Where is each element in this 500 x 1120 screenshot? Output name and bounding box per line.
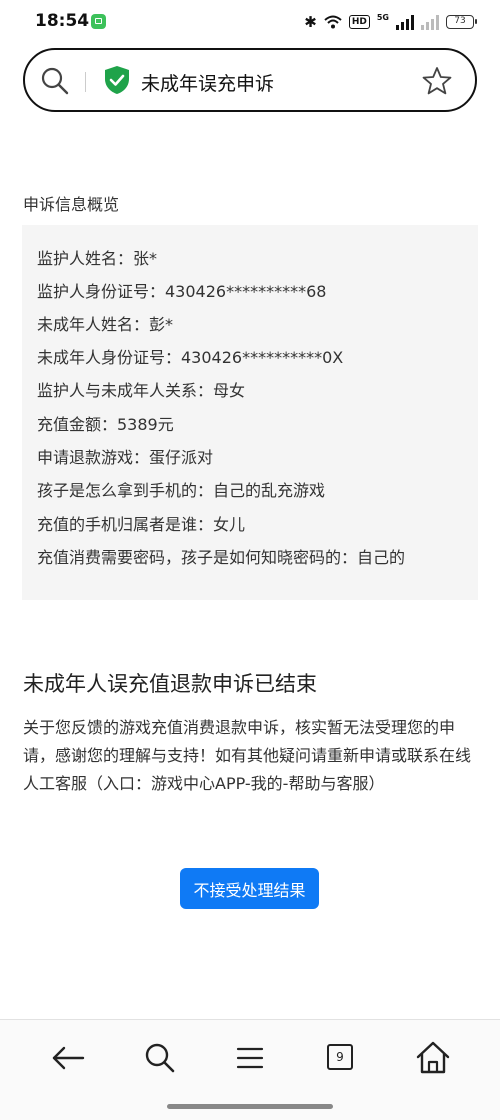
info-row-phone-access: 孩子是怎么拿到手机的：自己的乱充游戏 [37,481,326,500]
signal-icon [396,14,414,30]
security-shield-icon [105,66,129,94]
info-row-minor-name: 未成年人姓名：彭* [37,315,174,334]
info-row-relationship: 监护人与未成年人关系：母女 [37,381,246,400]
info-row-guardian-name: 监护人姓名：张* [37,249,158,268]
status-bar: 18:54 ✱ HD 5G 73 [0,0,500,44]
wifi-icon [324,15,342,29]
status-icons: ✱ HD 5G 73 [304,10,477,34]
tabs-count: 9 [327,1044,353,1070]
bookmark-star-icon[interactable] [421,65,453,97]
home-icon[interactable] [413,1038,453,1078]
battery-level: 73 [454,16,466,26]
info-row-minor-id: 未成年人身份证号：430426**********0X [37,348,344,367]
result-title: 未成年人误充值退款申诉已结束 [23,672,317,696]
info-row-phone-owner: 充值的手机归属者是谁：女儿 [37,515,246,534]
search-icon[interactable] [40,66,70,96]
info-row-game: 申请退款游戏：蛋仔派对 [37,448,214,467]
bluetooth-icon: ✱ [304,13,317,31]
tabs-icon[interactable]: 9 [321,1038,361,1078]
hd-badge: HD [348,15,370,29]
battery-icon: 73 [446,15,477,29]
address-divider [85,72,86,92]
info-row-guardian-id: 监护人身份证号：430426**********68 [37,282,327,301]
status-time: 18:54 [35,11,90,31]
info-row-amount: 充值金额：5389元 [37,415,174,434]
page-title[interactable]: 未成年误充申诉 [141,69,274,96]
address-bar[interactable]: 未成年误充申诉 [23,48,477,112]
home-indicator[interactable] [167,1104,333,1109]
overview-heading: 申诉信息概览 [23,195,120,214]
reject-result-button[interactable]: 不接受处理结果 [180,868,319,909]
back-icon[interactable] [48,1038,88,1078]
info-row-password: 充值消费需要密码，孩子是如何知晓密码的：自己的 [37,548,406,567]
menu-icon[interactable] [230,1038,270,1078]
network-type: 5G [376,12,389,22]
appeal-info-panel: 监护人姓名：张* 监护人身份证号：430426**********68 未成年人… [22,225,478,600]
signal-secondary-icon [421,14,439,30]
messages-app-icon [91,14,106,29]
search-icon[interactable] [140,1038,180,1078]
result-description: 关于您反馈的游戏充值消费退款申诉，核实暂无法受理您的申请，感谢您的理解与支持！如… [23,718,472,793]
